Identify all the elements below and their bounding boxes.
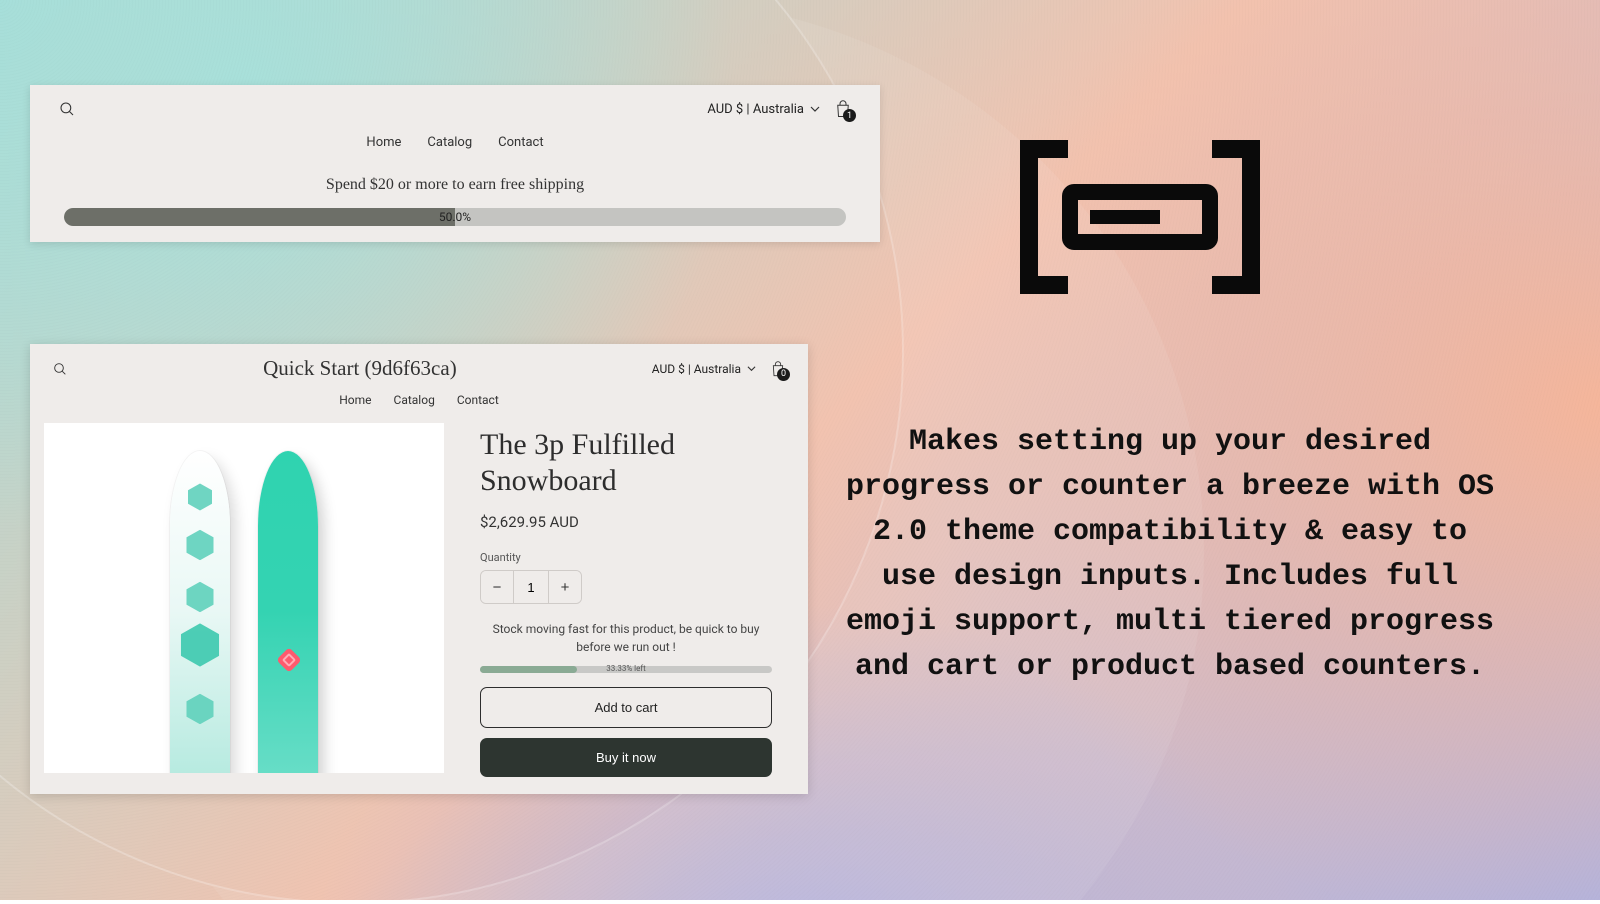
shipping-progress-label: 50.0% [64,208,846,226]
qty-input[interactable] [513,571,549,603]
qty-decrement-button[interactable]: − [481,571,513,603]
snowboard-front [170,451,230,773]
cart-count-badge: 0 [777,368,790,381]
currency-label: AUD $ | Australia [652,362,741,376]
app-logo-icon [1020,140,1260,314]
cart-count-badge: 1 [843,109,856,122]
promo-message: Spend $20 or more to earn free shipping [30,168,880,208]
quantity-label: Quantity [480,551,772,564]
quantity-stepper: − + [480,570,582,604]
screenshot-product-page: Quick Start (9d6f63ca) AUD $ | Australia… [30,344,808,794]
product-title: The 3p Fulfilled Snowboard [480,427,772,499]
nav-home[interactable]: Home [339,393,371,407]
snowboard-back [258,451,318,773]
qty-increment-button[interactable]: + [549,571,581,603]
screenshot-header-promo: AUD $ | Australia 1 Home Catalog Contact… [30,85,880,242]
currency-selector[interactable]: AUD $ | Australia [707,102,820,117]
product-image [44,423,444,773]
stock-message: Stock moving fast for this product, be q… [480,620,772,656]
product-price: $2,629.95 AUD [480,513,772,531]
stock-progress-label: 33.33% left [480,664,772,673]
chevron-down-icon [810,104,820,114]
cart-button[interactable]: 1 [834,99,852,119]
store-title: Quick Start (9d6f63ca) [263,356,457,381]
nav-contact[interactable]: Contact [457,393,499,407]
currency-selector[interactable]: AUD $ | Australia [652,362,756,376]
stock-progress-bar: 33.33% left [480,666,772,673]
search-icon[interactable] [52,361,68,377]
cart-button[interactable]: 0 [770,360,786,378]
chevron-down-icon [747,364,756,373]
add-to-cart-button[interactable]: Add to cart [480,687,772,728]
currency-label: AUD $ | Australia [707,102,804,117]
nav-catalog[interactable]: Catalog [427,135,472,150]
buy-now-button[interactable]: Buy it now [480,738,772,777]
nav-contact[interactable]: Contact [498,135,543,150]
main-nav: Home Catalog Contact [30,125,880,168]
main-nav: Home Catalog Contact [30,385,808,423]
nav-home[interactable]: Home [366,135,401,150]
search-icon[interactable] [58,100,76,118]
nav-catalog[interactable]: Catalog [394,393,435,407]
marketing-copy: Makes setting up your desired progress o… [840,420,1500,690]
shipping-progress-bar: 50.0% [64,208,846,226]
